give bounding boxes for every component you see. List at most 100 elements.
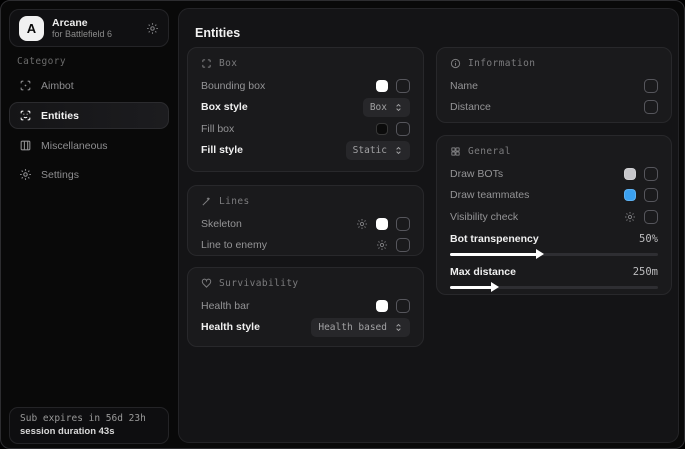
card-title: Information — [468, 58, 535, 69]
distance-checkbox[interactable] — [644, 100, 658, 114]
slider-label: Max distance — [450, 266, 516, 278]
sidebar-item-settings[interactable]: Settings — [9, 162, 169, 187]
dropdown-value: Health based — [318, 322, 387, 333]
row-label: Fill style — [201, 144, 243, 156]
card-title: Box — [219, 58, 237, 69]
name-checkbox[interactable] — [644, 79, 658, 93]
color-swatch[interactable] — [624, 168, 636, 180]
gear-icon — [19, 168, 32, 181]
sidebar-item-aimbot[interactable]: Aimbot — [9, 73, 169, 98]
setting-row-bounding-box: Bounding box — [201, 75, 410, 97]
bot-transparency-slider[interactable] — [450, 253, 658, 256]
sidebar-item-label: Miscellaneous — [41, 140, 108, 152]
color-swatch[interactable] — [376, 300, 388, 312]
main-panel: Entities Box Bounding box Box style — [178, 8, 679, 443]
app-window: A Arcane for Battlefield 6 Category — [0, 0, 685, 449]
max-distance-slider[interactable] — [450, 286, 658, 289]
row-label: Fill box — [201, 123, 234, 135]
row-label: Health bar — [201, 300, 249, 312]
draw-teammates-checkbox[interactable] — [644, 188, 658, 202]
bounding-box-checkbox[interactable] — [396, 79, 410, 93]
bot-transparency-slider-block: Bot transpenency 50% — [450, 230, 658, 256]
slider-label: Bot transpenency — [450, 233, 539, 245]
row-label: Line to enemy — [201, 239, 267, 251]
color-swatch[interactable] — [376, 218, 388, 230]
card-title: Survivability — [219, 278, 299, 289]
health-bar-checkbox[interactable] — [396, 299, 410, 313]
line-to-enemy-checkbox[interactable] — [396, 238, 410, 252]
card-general: General Draw BOTs Draw teammates Visibil… — [436, 135, 672, 295]
pencil-line-icon — [201, 196, 212, 207]
info-icon — [450, 58, 461, 69]
fill-box-checkbox[interactable] — [396, 122, 410, 136]
row-label: Health style — [201, 321, 260, 333]
chevrons-up-down-icon — [394, 103, 403, 112]
row-label: Box style — [201, 101, 248, 113]
session-duration-text: session duration 43s — [20, 426, 158, 437]
row-label: Draw teammates — [450, 189, 529, 201]
dropdown-value: Static — [353, 145, 387, 156]
card-title: Lines — [219, 196, 250, 207]
visibility-check-checkbox[interactable] — [644, 210, 658, 224]
sidebar-nav: Aimbot Entities — [9, 73, 169, 191]
crosshair-icon — [19, 79, 32, 92]
sidebar-item-label: Entities — [41, 110, 79, 122]
layout-grid-icon — [450, 146, 461, 157]
draw-bots-checkbox[interactable] — [644, 167, 658, 181]
setting-row-fill-box: Fill box — [201, 118, 410, 140]
row-label: Name — [450, 80, 478, 92]
sidebar: A Arcane for Battlefield 6 Category — [1, 1, 178, 448]
sidebar-item-label: Settings — [41, 169, 79, 181]
app-subtitle: for Battlefield 6 — [52, 29, 138, 39]
row-settings-gear-icon[interactable] — [376, 239, 388, 251]
setting-row-line-to-enemy: Line to enemy — [201, 235, 410, 257]
page-title: Entities — [195, 26, 240, 40]
row-label: Visibility check — [450, 211, 518, 223]
chevrons-up-down-icon — [394, 146, 403, 155]
row-label: Distance — [450, 101, 491, 113]
setting-row-skeleton: Skeleton — [201, 213, 410, 235]
subscription-card: Sub expires in 56d 23h session duration … — [9, 407, 169, 444]
row-label: Draw BOTs — [450, 168, 503, 180]
color-swatch[interactable] — [624, 189, 636, 201]
slider-fill — [450, 286, 492, 289]
setting-row-box-style: Box style Box — [201, 97, 410, 119]
sidebar-item-entities[interactable]: Entities — [9, 102, 169, 129]
sidebar-item-label: Aimbot — [41, 80, 74, 92]
box-corners-icon — [201, 58, 212, 69]
color-swatch[interactable] — [376, 123, 388, 135]
setting-row-health-bar: Health bar — [201, 295, 410, 317]
card-information-header: Information — [450, 58, 658, 69]
setting-row-fill-style: Fill style Static — [201, 140, 410, 162]
app-header-text: Arcane for Battlefield 6 — [52, 17, 138, 39]
columns-icon — [19, 139, 32, 152]
setting-row-distance: Distance — [450, 97, 658, 119]
color-swatch[interactable] — [376, 80, 388, 92]
max-distance-slider-block: Max distance 250m — [450, 263, 658, 289]
health-style-dropdown[interactable]: Health based — [311, 318, 410, 337]
setting-row-health-style: Health style Health based — [201, 317, 410, 339]
setting-row-draw-bots: Draw BOTs — [450, 163, 658, 185]
sidebar-item-miscellaneous[interactable]: Miscellaneous — [9, 133, 169, 158]
box-style-dropdown[interactable]: Box — [363, 98, 410, 117]
card-lines-header: Lines — [201, 196, 410, 207]
setting-row-draw-teammates: Draw teammates — [450, 185, 658, 207]
row-settings-gear-icon[interactable] — [624, 211, 636, 223]
slider-fill — [450, 253, 537, 256]
app-title: Arcane — [52, 17, 138, 29]
gear-icon[interactable] — [146, 22, 159, 35]
sub-expires-text: Sub expires in 56d 23h — [20, 413, 158, 424]
skeleton-checkbox[interactable] — [396, 217, 410, 231]
app-logo: A — [19, 16, 44, 41]
setting-row-visibility-check: Visibility check — [450, 206, 658, 228]
fill-style-dropdown[interactable]: Static — [346, 141, 410, 160]
chevrons-up-down-icon — [394, 323, 403, 332]
card-information: Information Name Distance — [436, 47, 672, 123]
card-survivability: Survivability Health bar Health style He… — [187, 267, 424, 347]
slider-value: 250m — [633, 266, 658, 278]
row-settings-gear-icon[interactable] — [356, 218, 368, 230]
card-title: General — [468, 146, 511, 157]
setting-row-name: Name — [450, 75, 658, 97]
category-label: Category — [17, 56, 66, 67]
scan-face-icon — [19, 109, 32, 122]
